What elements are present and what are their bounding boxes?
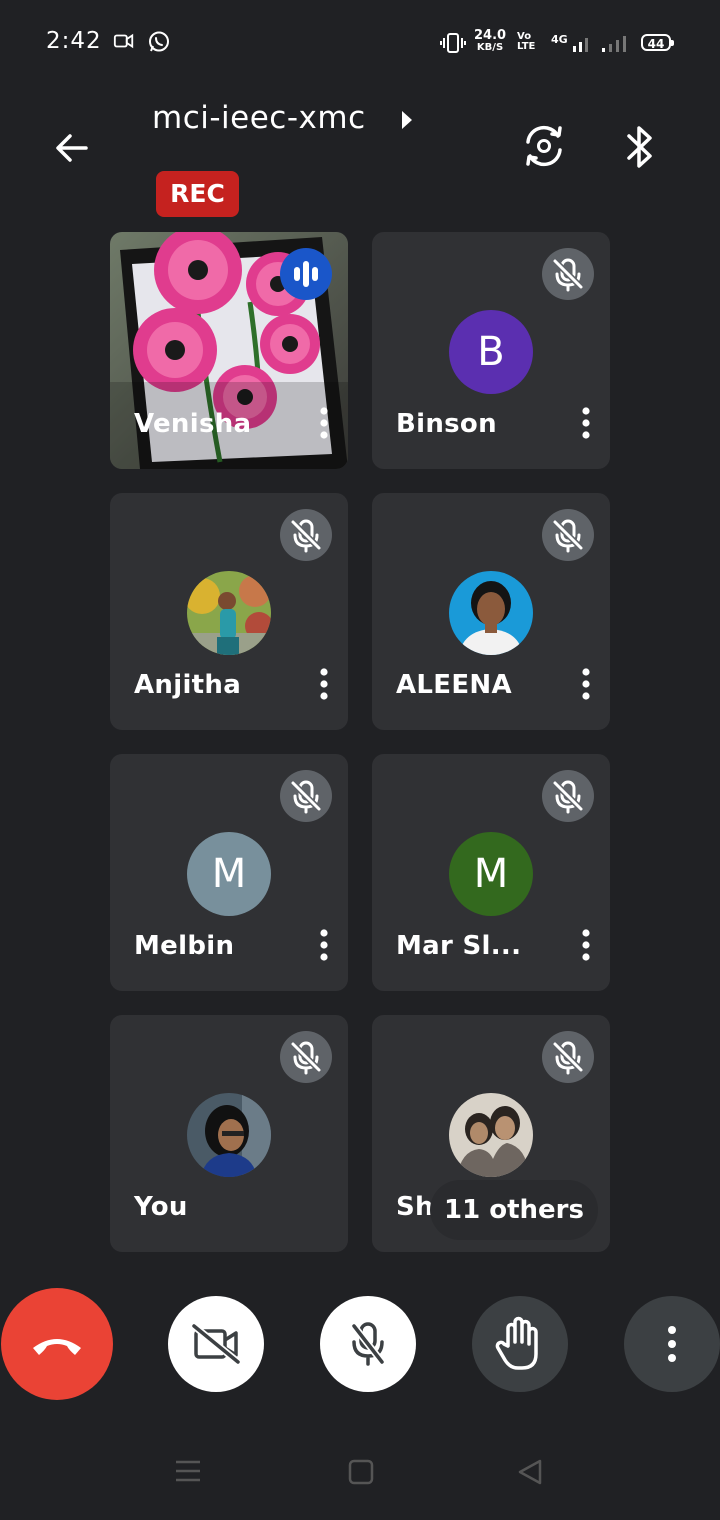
participant-tile-self[interactable]: You [110, 1015, 348, 1252]
participant-tile[interactable]: M Melbin [110, 754, 348, 991]
network-speed: 24.0 KB/S [474, 28, 507, 53]
mic-off-icon [290, 780, 322, 814]
more-options-button[interactable] [624, 1296, 720, 1392]
muted-indicator [280, 770, 332, 822]
home-square-icon [348, 1459, 374, 1485]
avatar: B [449, 310, 533, 394]
video-camera-icon [113, 30, 135, 56]
participant-options-button[interactable] [314, 666, 334, 702]
end-call-button[interactable] [1, 1288, 113, 1400]
raise-hand-button[interactable] [472, 1296, 568, 1392]
participant-name: Melbin [134, 931, 235, 961]
more-vert-icon [668, 1326, 676, 1362]
participant-name: You [134, 1192, 188, 1222]
mic-off-icon [351, 1322, 385, 1366]
camera-toggle-button[interactable] [168, 1296, 264, 1392]
others-pill[interactable]: 11 others [430, 1180, 598, 1240]
home-button[interactable] [347, 1458, 375, 1490]
participant-tile[interactable]: Anjitha [110, 493, 348, 730]
muted-indicator [542, 1031, 594, 1083]
more-vert-icon [320, 668, 328, 700]
more-vert-icon [320, 407, 328, 439]
back-arrow-icon [56, 134, 88, 162]
mic-off-icon [552, 780, 584, 814]
switch-camera-icon [526, 125, 562, 167]
clock: 2:42 [46, 28, 102, 54]
avatar [449, 1093, 533, 1177]
recording-badge: REC [156, 171, 239, 217]
bluetooth-button[interactable] [620, 122, 660, 176]
menu-icon [176, 1460, 200, 1482]
back-nav-button[interactable] [516, 1458, 544, 1490]
vibrate-icon [440, 32, 466, 58]
muted-indicator [280, 1031, 332, 1083]
signal-icon: 4G [551, 32, 593, 58]
mic-toggle-button[interactable] [320, 1296, 416, 1392]
meeting-title[interactable]: mci-ieec-xmc [152, 100, 366, 136]
participant-options-button[interactable] [314, 405, 334, 441]
muted-indicator [542, 248, 594, 300]
volte-indicator: Vo LTE [517, 31, 536, 52]
mic-off-icon [552, 519, 584, 553]
end-call-icon [33, 1339, 81, 1355]
whatsapp-icon [147, 30, 171, 58]
speaking-indicator [280, 248, 332, 300]
muted-indicator [280, 509, 332, 561]
participant-options-button[interactable] [576, 666, 596, 702]
participant-name: Mar Sl... [396, 931, 522, 961]
participant-tile[interactable]: ALEENA [372, 493, 610, 730]
recents-button[interactable] [174, 1458, 202, 1488]
mic-off-icon [290, 519, 322, 553]
video-off-icon [191, 1323, 241, 1365]
participant-tile[interactable]: Venisha [110, 232, 348, 469]
network-type-label: 4G [551, 33, 568, 46]
more-vert-icon [582, 668, 590, 700]
back-triangle-icon [518, 1459, 542, 1485]
participant-options-button[interactable] [314, 927, 334, 963]
avatar [187, 571, 271, 655]
more-vert-icon [582, 929, 590, 961]
muted-indicator [542, 509, 594, 561]
participant-name: Binson [396, 409, 497, 439]
participant-name: Anjitha [134, 670, 242, 700]
muted-indicator [542, 770, 594, 822]
more-vert-icon [320, 929, 328, 961]
more-vert-icon [582, 407, 590, 439]
mic-off-icon [552, 258, 584, 292]
participant-name: ALEENA [396, 670, 512, 700]
avatar [449, 571, 533, 655]
back-button[interactable] [50, 126, 94, 170]
participant-tile[interactable]: B Binson [372, 232, 610, 469]
avatar [187, 1093, 271, 1177]
status-bar: 2:42 24.0 KB/S Vo LTE 4G 44 [0, 0, 720, 88]
avatar: M [187, 832, 271, 916]
participant-name: Venisha [134, 409, 252, 439]
participant-tile[interactable]: M Mar Sl... [372, 754, 610, 991]
avatar: M [449, 832, 533, 916]
audio-level-icon [294, 261, 318, 287]
caret-right-icon[interactable] [400, 110, 414, 134]
mic-off-icon [290, 1041, 322, 1075]
mic-off-icon [552, 1041, 584, 1075]
raise-hand-icon [495, 1316, 538, 1370]
participant-options-button[interactable] [576, 927, 596, 963]
switch-camera-button[interactable] [520, 122, 568, 174]
battery-indicator: 44 [641, 34, 674, 51]
participant-options-button[interactable] [576, 405, 596, 441]
signal-icon [600, 32, 630, 58]
bluetooth-icon [627, 126, 652, 168]
